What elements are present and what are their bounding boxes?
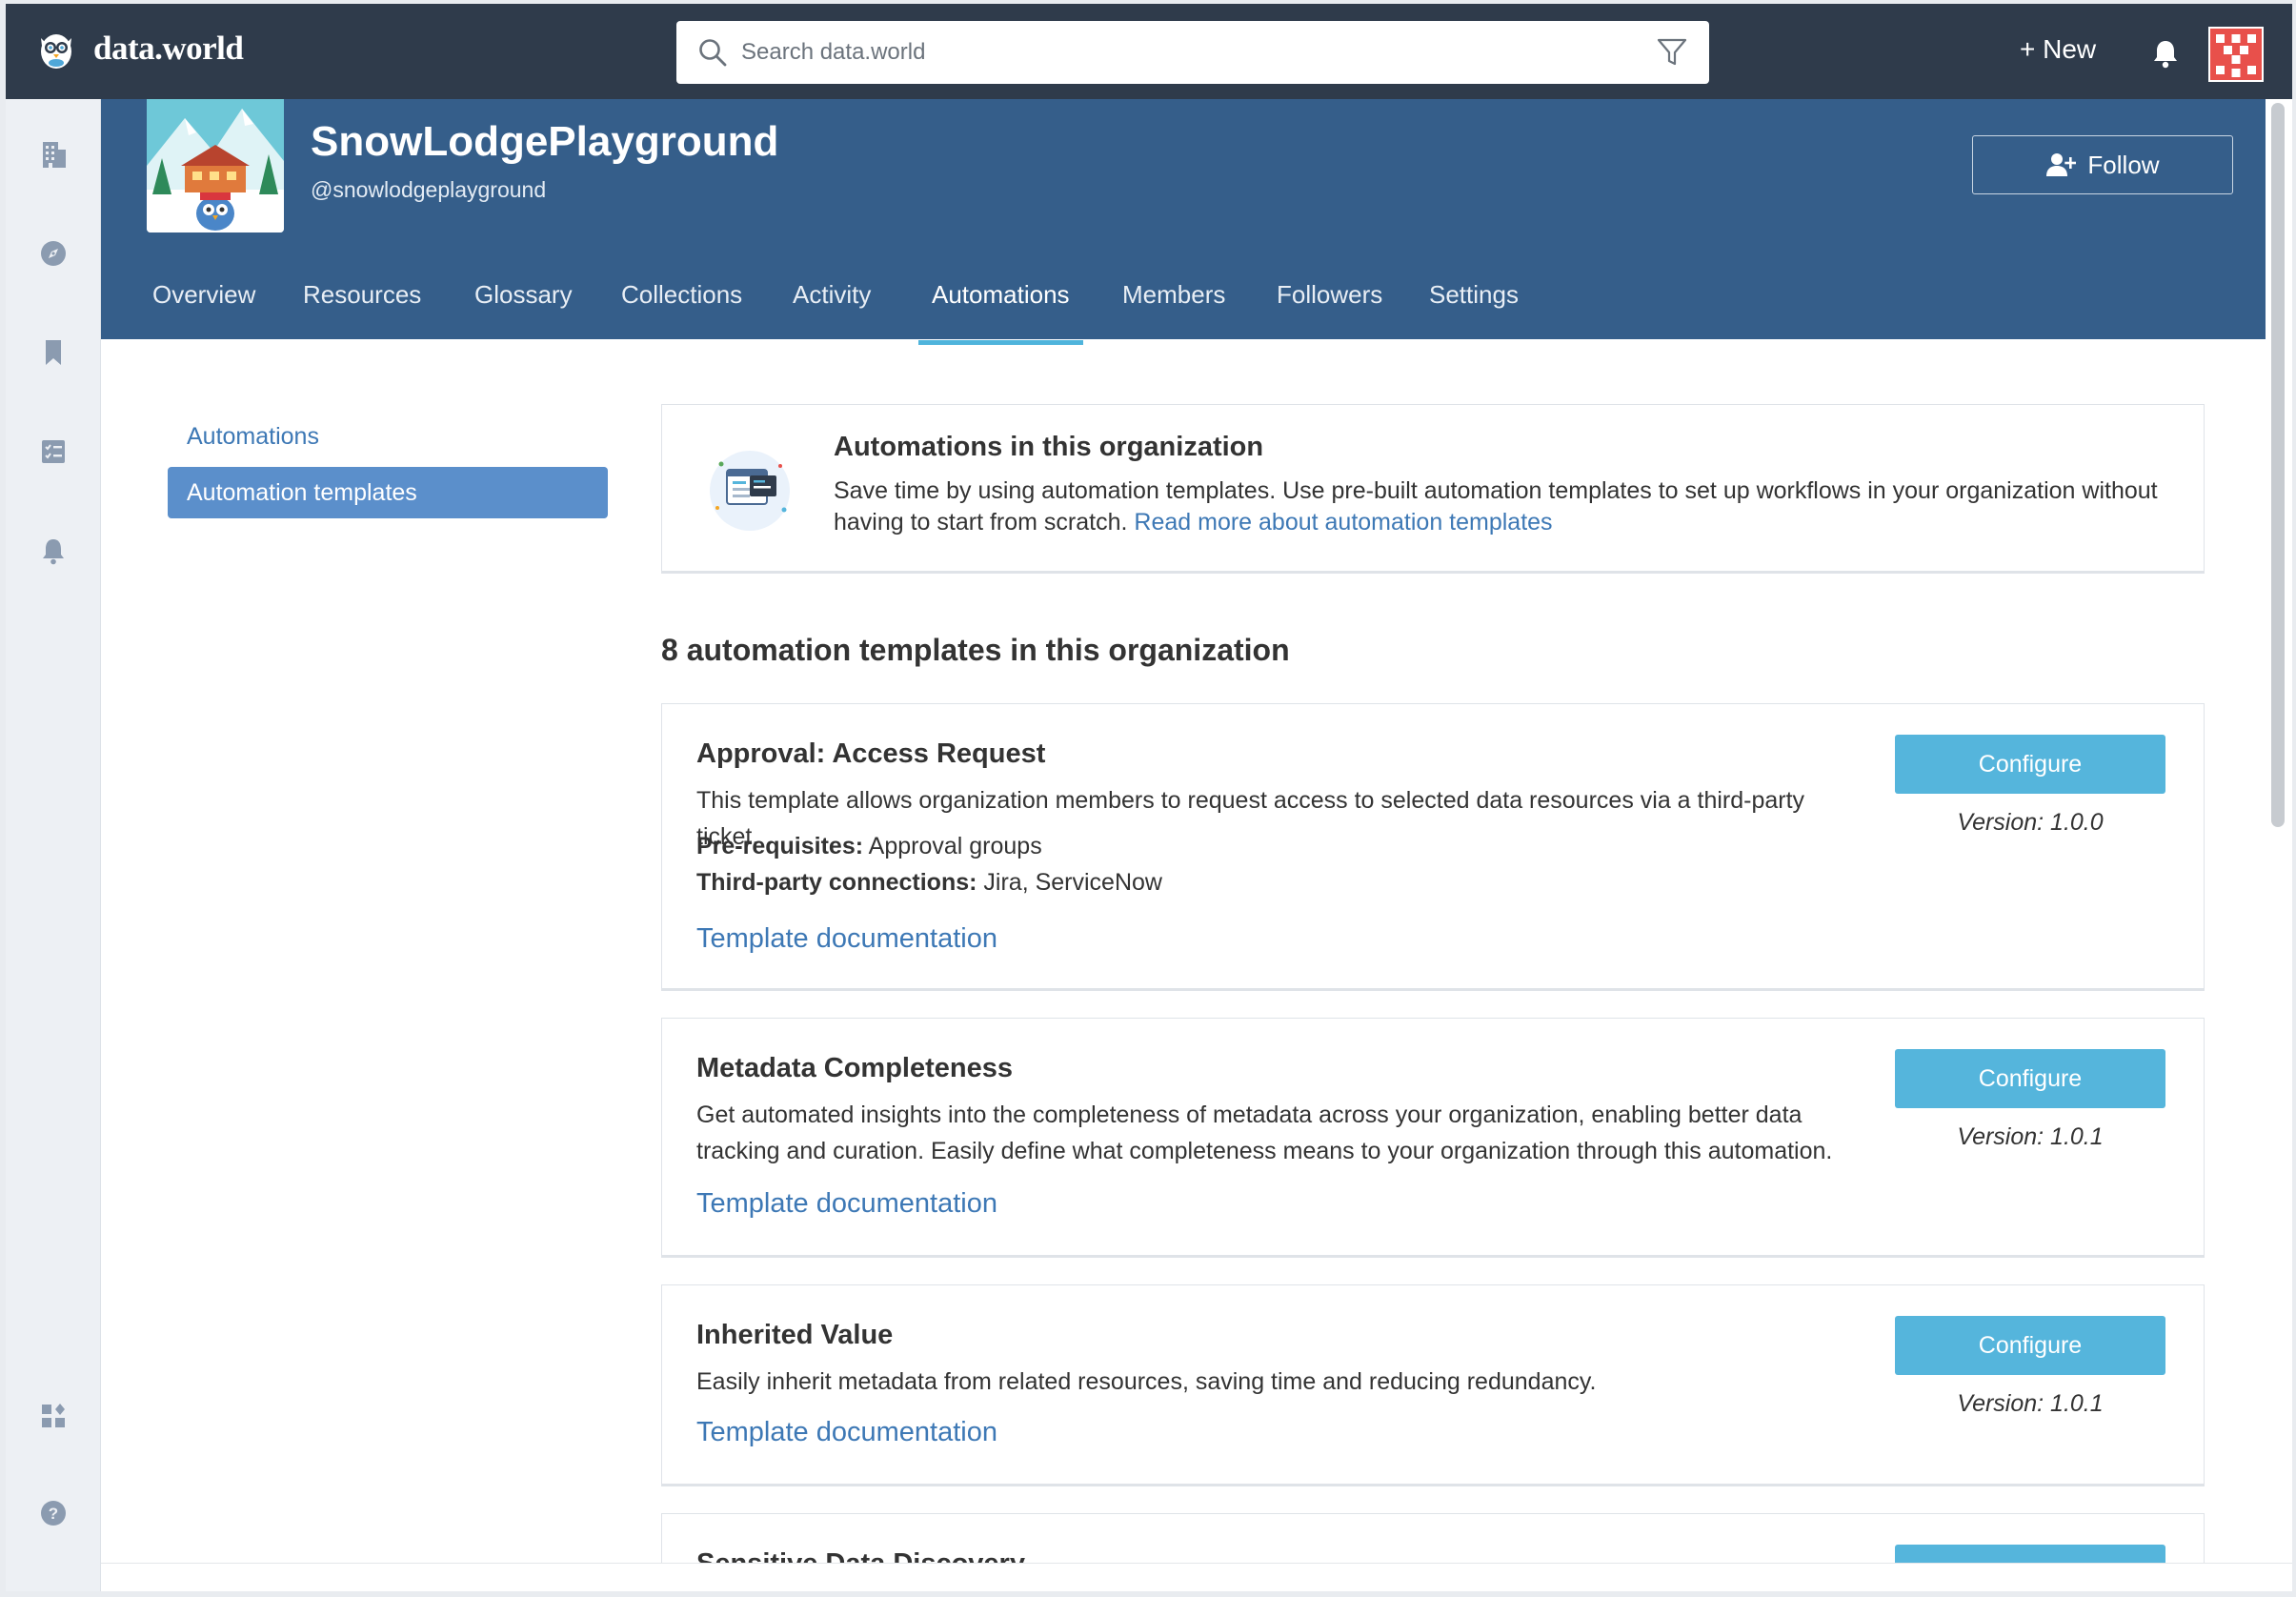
apps-icon[interactable] [38,1401,69,1431]
follow-label: Follow [2087,150,2160,179]
org-handle: @snowlodgeplayground [311,177,547,202]
add-user-icon [2046,153,2077,176]
info-title: Automations in this organization [834,432,1264,462]
prereq-value: Approval groups [868,833,1042,859]
org-tabs: Overview Resources Glossary Collections … [101,273,2266,345]
template-title: Inherited Value [696,1320,894,1350]
info-text: Save time by using automation templates.… [834,475,2167,538]
template-card-metadata-completeness: Metadata Completeness Get automated insi… [661,1018,2205,1258]
compass-icon[interactable] [38,238,69,269]
building-icon[interactable] [38,139,69,170]
search-icon [699,39,727,67]
svg-text:?: ? [49,1505,58,1523]
template-prerequisites: Pre-requisites: Approval groups [696,828,1042,864]
search-bar[interactable] [676,21,1709,84]
org-avatar-image [147,99,284,232]
template-version: Version: 1.0.0 [1957,809,2104,836]
side-nav-automations[interactable]: Automations [187,423,319,451]
template-description: Get automated insights into the complete… [696,1102,1833,1164]
configure-button[interactable]: Configure [1895,1049,2165,1108]
read-more-link[interactable]: Read more about automation templates [1134,509,1552,536]
template-count-heading: 8 automation templates in this organizat… [661,633,1290,667]
template-title: Metadata Completeness [696,1053,1013,1083]
filter-icon[interactable] [1656,36,1688,69]
org-header: SnowLodgePlayground @snowlodgeplayground… [101,99,2266,345]
bottom-edge [101,1563,2292,1591]
template-card-access-request: Approval: Access Request This template a… [661,703,2205,991]
template-title: Approval: Access Request [696,738,1046,769]
logo-text: data.world [93,30,244,67]
top-bar: data.world + New [6,4,2292,99]
connections-value: Jira, ServiceNow [983,869,1162,896]
user-avatar[interactable] [2208,27,2264,82]
tab-resources[interactable]: Resources [303,273,421,339]
configure-button[interactable]: Configure [1895,1316,2165,1375]
automation-illustration-icon [710,451,790,531]
connections-label: Third-party connections: [696,869,977,896]
new-button[interactable]: + New [2020,34,2096,65]
template-version: Version: 1.0.1 [1957,1123,2104,1150]
tab-glossary[interactable]: Glossary [474,273,573,339]
search-input[interactable] [741,30,1637,74]
notifications-bell-icon[interactable] [2151,38,2180,69]
tab-activity[interactable]: Activity [793,273,871,339]
logo[interactable]: data.world [32,25,244,72]
tab-overview[interactable]: Overview [152,273,255,339]
owl-logo-icon [41,34,71,69]
tab-automations[interactable]: Automations [918,273,1083,345]
configure-button[interactable]: Configure [1895,735,2165,794]
template-connections: Third-party connections: Jira, ServiceNo… [696,864,1162,900]
template-documentation-link[interactable]: Template documentation [696,1417,997,1448]
template-documentation-link[interactable]: Template documentation [696,923,997,955]
help-icon[interactable]: ? [38,1498,69,1528]
left-rail: ? [6,99,101,1591]
template-description: Easily inherit metadata from related res… [696,1368,1597,1395]
tasks-icon[interactable] [38,436,69,467]
side-nav-automation-templates[interactable]: Automation templates [168,467,608,518]
scrollbar-thumb[interactable] [2271,103,2285,827]
tab-settings[interactable]: Settings [1429,273,1519,339]
bookmark-icon[interactable] [38,337,69,368]
bell-icon[interactable] [38,536,69,566]
prereq-label: Pre-requisites: [696,833,864,859]
follow-button[interactable]: Follow [1972,135,2233,194]
template-version: Version: 1.0.1 [1957,1390,2104,1417]
tab-followers[interactable]: Followers [1277,273,1382,339]
template-card-inherited-value: Inherited Value Easily inherit metadata … [661,1284,2205,1486]
tab-collections[interactable]: Collections [621,273,742,339]
template-documentation-link[interactable]: Template documentation [696,1188,997,1220]
tab-members[interactable]: Members [1122,273,1225,339]
org-name: SnowLodgePlayground [311,118,779,165]
info-panel: Automations in this organization Save ti… [661,404,2205,574]
app-window: data.world + New [6,4,2292,1591]
